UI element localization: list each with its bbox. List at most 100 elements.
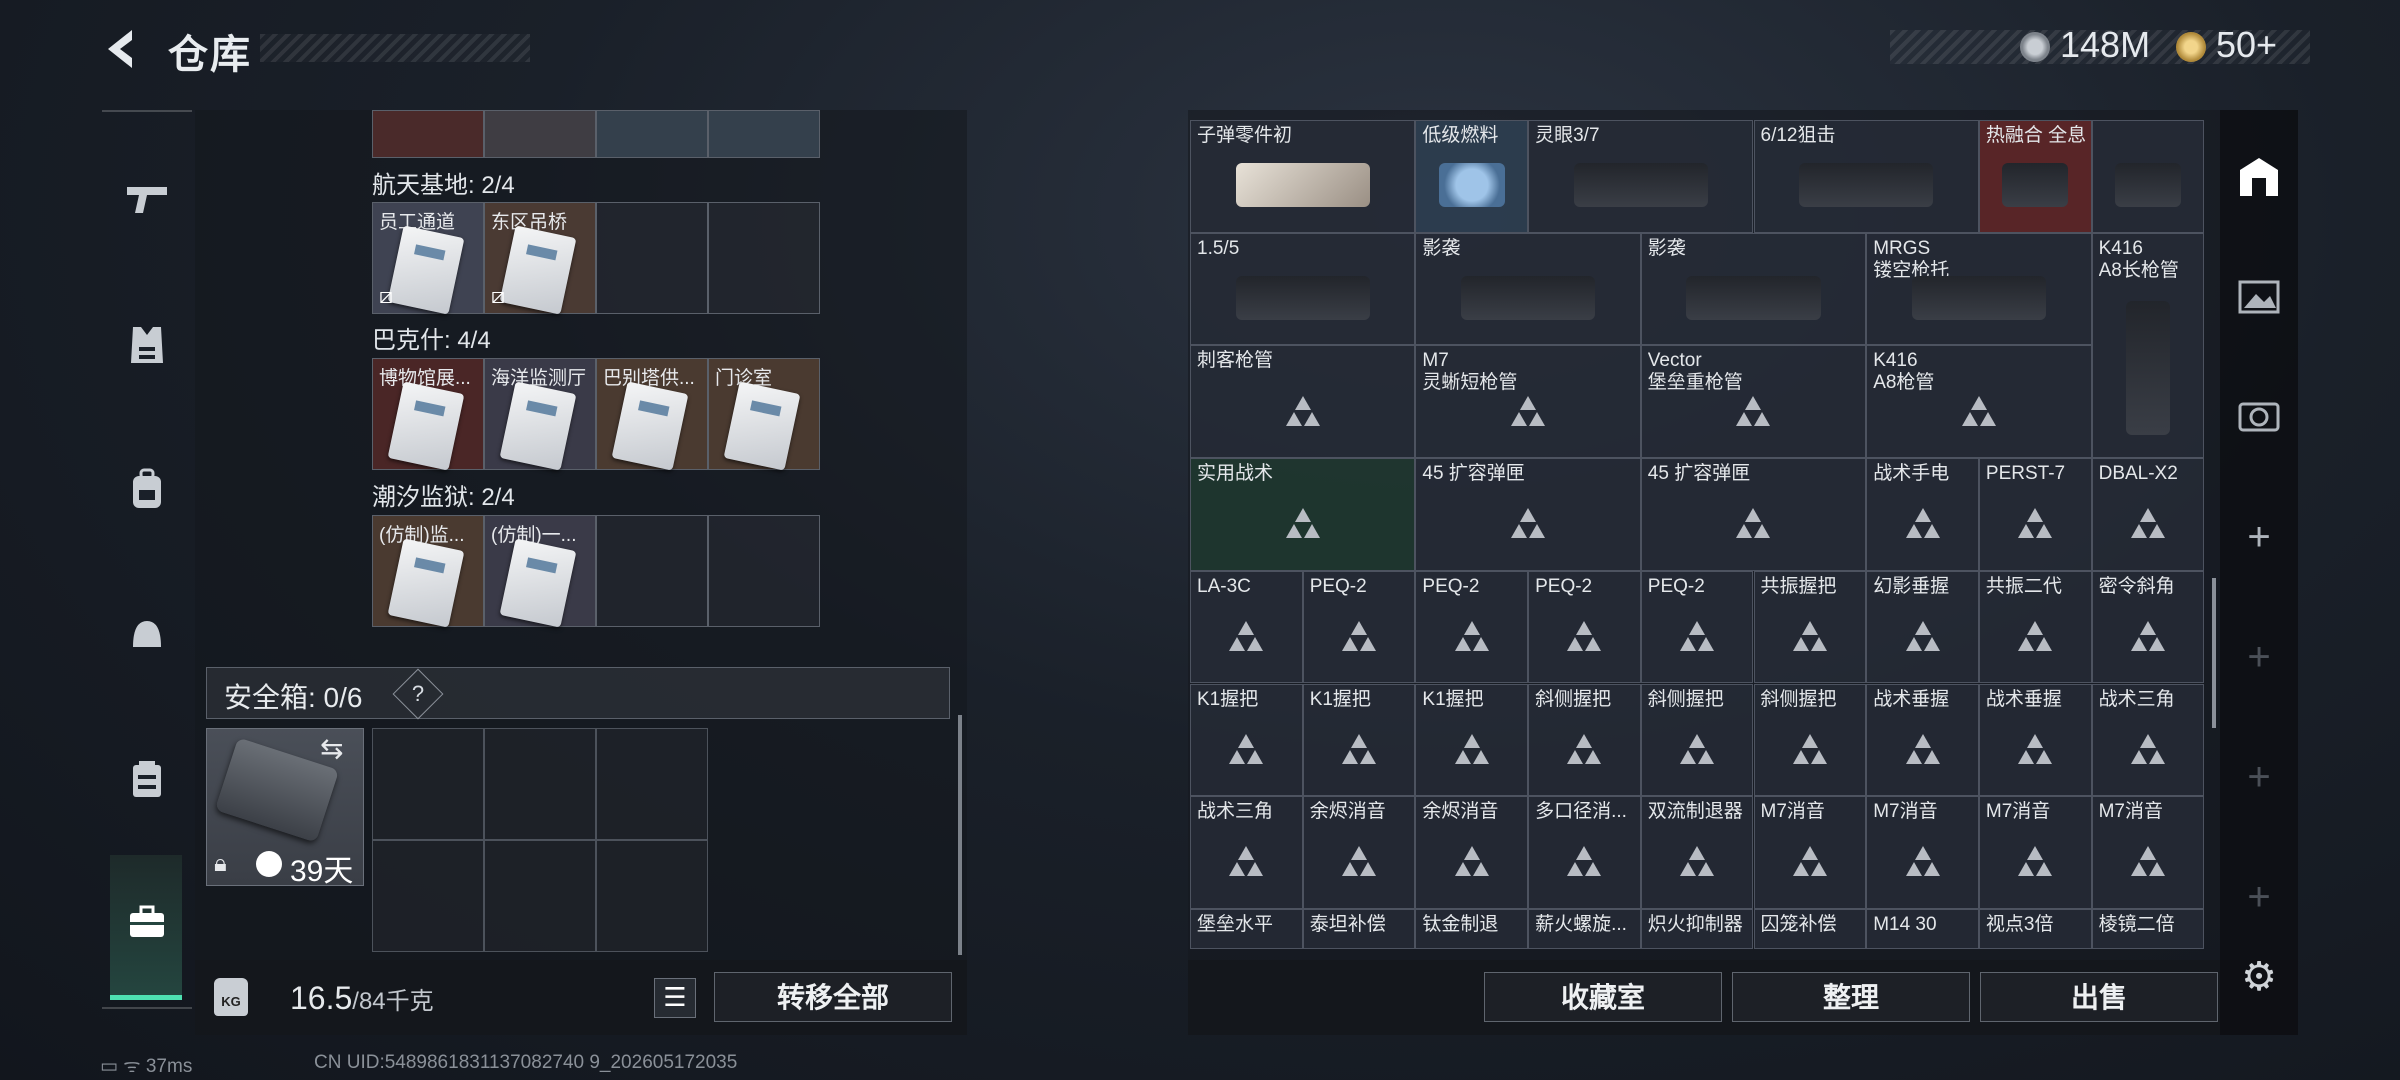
inventory-item[interactable]: 战术垂握 (1866, 683, 1979, 797)
swap-icon[interactable]: ⇆ (320, 732, 343, 765)
helmet-icon[interactable] (120, 608, 174, 662)
inventory-item[interactable]: 影袭 (1415, 232, 1641, 346)
empty-cell[interactable] (596, 515, 708, 627)
grid-cell[interactable] (596, 110, 708, 158)
inventory-item[interactable]: 45 扩容弹匣 (1640, 458, 1867, 571)
empty-cell[interactable] (372, 840, 484, 952)
inventory-item[interactable]: 战术三角 (2091, 683, 2204, 797)
inventory-item[interactable]: M7消音 (1753, 796, 1867, 909)
inventory-item[interactable]: MRGS 镂空枪托 (1866, 232, 2092, 346)
currency-coins[interactable]: 148M (2060, 24, 2150, 66)
inventory-item[interactable]: M7消音 (1978, 796, 2092, 909)
inventory-item[interactable]: 刺客枪管 (1190, 345, 1416, 459)
inventory-item[interactable]: K1握把 (1302, 683, 1416, 797)
inventory-item[interactable]: K1握把 (1190, 683, 1303, 797)
inventory-item[interactable]: 棱镜二倍 (2091, 908, 2204, 949)
inventory-item[interactable]: K416 A8长枪管 (2091, 232, 2204, 459)
transfer-all-button[interactable]: 转移全部 (714, 972, 952, 1022)
inventory-item[interactable]: M7消音 (2091, 796, 2204, 909)
inventory-item[interactable] (2091, 120, 2204, 233)
keycard-cell[interactable]: 巴别塔供... (596, 358, 708, 471)
camera-icon[interactable] (2236, 392, 2282, 438)
inventory-item[interactable]: 视点3倍 (1978, 908, 2092, 949)
inventory-item[interactable]: 斜侧握把 (1753, 683, 1867, 797)
inventory-item[interactable]: K416 A8枪管 (1866, 345, 2092, 459)
inventory-item[interactable]: 幻影垂握 (1866, 570, 1979, 684)
inventory-item[interactable]: M14 30 (1866, 908, 1979, 949)
inventory-item[interactable]: 灵眼3/7 (1528, 120, 1754, 233)
keycard-cell[interactable]: 博物馆展... (372, 358, 484, 471)
inventory-item[interactable]: 斜侧握把 (1640, 683, 1754, 797)
inventory-item[interactable]: 战术垂握 (1978, 683, 2092, 797)
grid-cell[interactable] (484, 110, 596, 158)
inventory-item[interactable]: PEQ-2 (1302, 570, 1416, 684)
inventory-item[interactable]: 泰坦补偿 (1302, 908, 1416, 949)
inventory-item[interactable]: 炽火抑制器 (1640, 908, 1754, 949)
inventory-item[interactable]: 余烬消音 (1415, 796, 1529, 909)
empty-cell[interactable] (596, 728, 708, 840)
keycard-cell[interactable]: 东区吊桥 ⧄ (484, 202, 596, 315)
armor-icon[interactable] (120, 318, 174, 372)
grid-cell[interactable] (708, 110, 820, 158)
keycard-cell[interactable]: (仿制)监... (372, 515, 484, 628)
empty-cell[interactable] (708, 202, 820, 314)
scrollbar[interactable] (958, 715, 962, 955)
inventory-item[interactable]: M7 灵蜥短枪管 (1415, 345, 1641, 459)
inventory-item[interactable]: 多口径消... (1528, 796, 1641, 909)
inventory-item[interactable]: M7消音 (1866, 796, 1979, 909)
inventory-item[interactable]: 堡垒水平 (1190, 908, 1303, 949)
inventory-item[interactable]: PEQ-2 (1415, 570, 1529, 684)
inventory-item[interactable]: 薪火螺旋... (1528, 908, 1641, 949)
empty-cell[interactable] (484, 840, 596, 952)
list-view-button[interactable]: ☰ (654, 978, 696, 1018)
keycard-cell[interactable]: (仿制)一... (484, 515, 596, 628)
inventory-item[interactable]: Vector 堡垒重枪管 (1640, 345, 1867, 459)
inventory-item[interactable]: LA-3C (1190, 570, 1303, 684)
empty-cell[interactable] (484, 728, 596, 840)
inventory-item[interactable]: 影袭 (1640, 232, 1867, 346)
inventory-item[interactable]: PEQ-2 (1528, 570, 1641, 684)
collection-room-button[interactable]: 收藏室 (1484, 972, 1722, 1022)
empty-cell[interactable] (372, 728, 484, 840)
home-base-icon[interactable] (2236, 154, 2282, 200)
gun-icon[interactable] (120, 172, 174, 226)
image-frame-icon[interactable] (2236, 274, 2282, 320)
vest-icon[interactable] (120, 752, 174, 806)
keycard-cell[interactable]: 海洋监测厅 (484, 358, 596, 471)
inventory-item[interactable]: 实用战术 (1190, 458, 1416, 571)
inventory-item[interactable]: 45 扩容弹匣 (1415, 458, 1641, 571)
back-button[interactable] (98, 24, 148, 74)
inventory-item[interactable]: 战术手电 (1866, 458, 1979, 571)
gear-icon[interactable]: ⚙ (2236, 954, 2282, 1000)
empty-cell[interactable] (708, 515, 820, 627)
inventory-item[interactable]: 6/12狙击 (1753, 120, 1979, 233)
inventory-item[interactable]: 共振二代 (1978, 570, 2092, 684)
grid-cell[interactable] (372, 110, 484, 158)
inventory-item[interactable]: DBAL-X2 (2091, 458, 2204, 571)
backpack-icon[interactable] (120, 462, 174, 516)
keycard-cell[interactable]: 员工通道 ⧄ (372, 202, 484, 315)
inventory-item[interactable]: 战术三角 (1190, 796, 1303, 909)
inventory-item[interactable]: 余烬消音 (1302, 796, 1416, 909)
organize-button[interactable]: 整理 (1732, 972, 1970, 1022)
inventory-item[interactable]: 密令斜角 (2091, 570, 2204, 684)
scrollbar[interactable] (2212, 578, 2216, 728)
inventory-item[interactable]: 共振握把 (1753, 570, 1867, 684)
inventory-item[interactable]: 1.5/5 (1190, 232, 1416, 346)
sell-button[interactable]: 出售 (1980, 972, 2218, 1022)
inventory-item[interactable]: 热融合 全息 (1978, 120, 2092, 233)
inventory-item[interactable]: 斜侧握把 (1528, 683, 1641, 797)
empty-cell[interactable] (596, 840, 708, 952)
inventory-item[interactable]: 低级燃料 (1415, 120, 1529, 233)
inventory-item[interactable]: 子弹零件初 (1190, 120, 1416, 233)
keycard-cell[interactable]: 门诊室 (708, 358, 820, 471)
inventory-item[interactable]: K1握把 (1415, 683, 1529, 797)
currency-premium[interactable]: 50+ (2216, 24, 2277, 66)
inventory-item[interactable]: 囚笼补偿 (1753, 908, 1867, 949)
add-icon[interactable]: + (2236, 514, 2282, 560)
empty-cell[interactable] (596, 202, 708, 314)
inventory-item[interactable]: PERST-7 (1978, 458, 2092, 571)
sidebar-item-safe-box[interactable] (110, 855, 182, 1000)
inventory-item[interactable]: PEQ-2 (1640, 570, 1754, 684)
inventory-item[interactable]: 双流制退器 (1640, 796, 1754, 909)
